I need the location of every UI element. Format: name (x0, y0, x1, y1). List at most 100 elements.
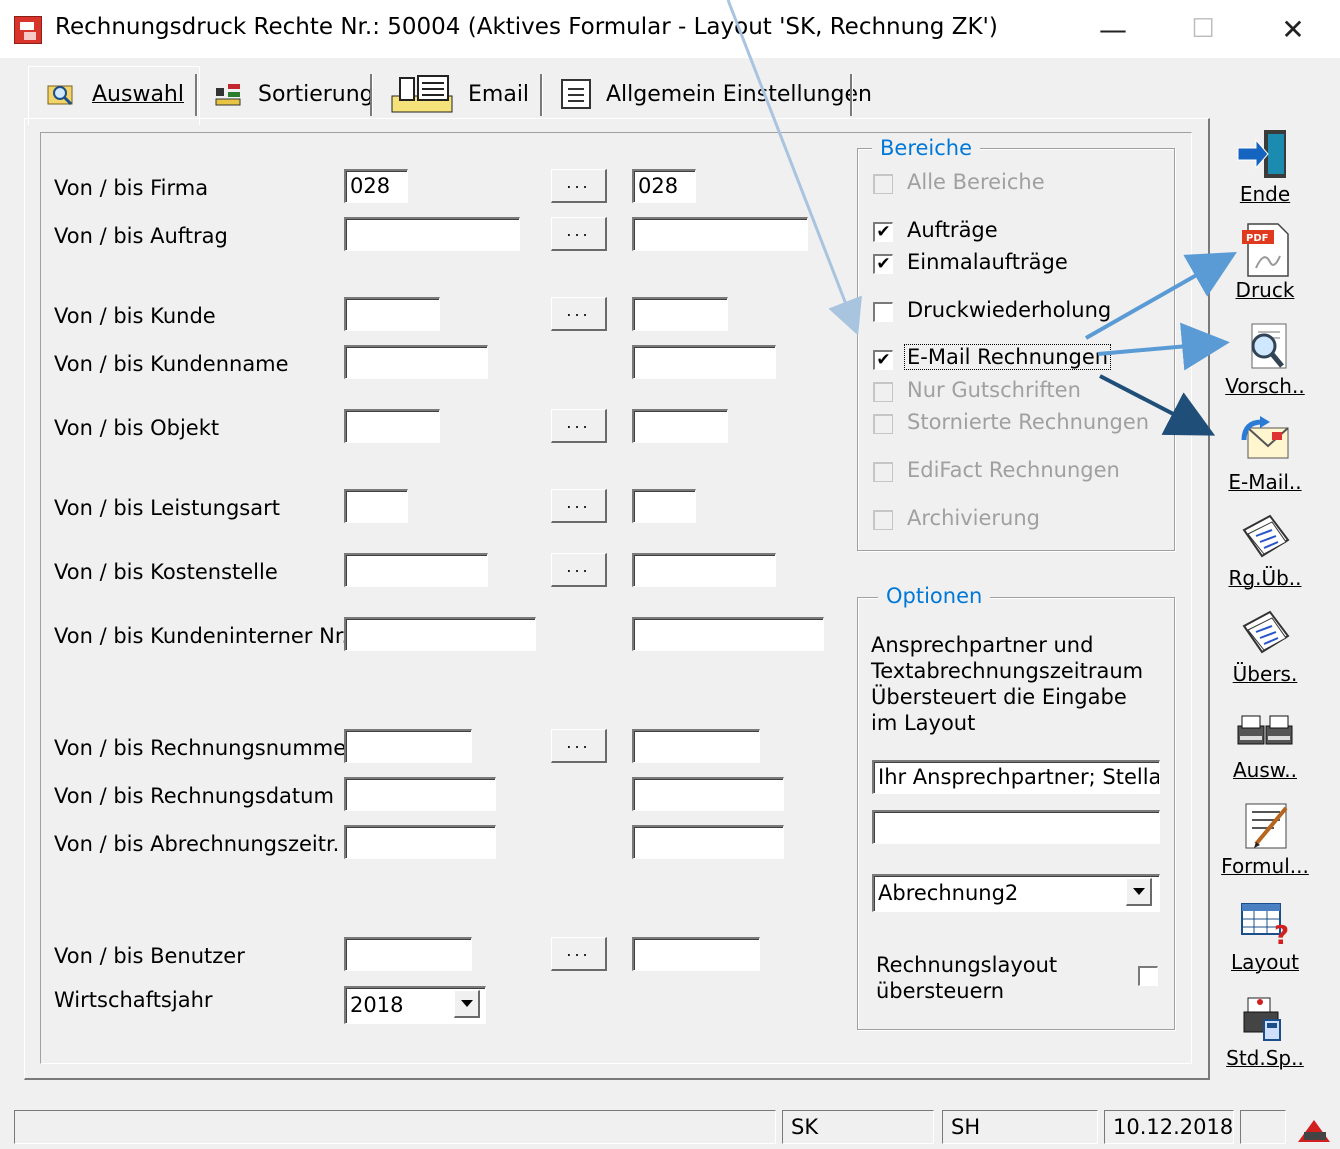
tab-separator (195, 74, 198, 116)
minimize-button[interactable]: — (1068, 0, 1158, 58)
benutzer-lookup-button[interactable]: ... (551, 937, 607, 971)
kundenname-to-input[interactable] (632, 345, 776, 379)
kostenstelle-lookup-button[interactable]: ... (551, 553, 607, 587)
exit-door-icon (1237, 130, 1286, 178)
ende-button[interactable]: Ende (1220, 120, 1310, 206)
uebersicht-button[interactable]: Übers. (1220, 600, 1310, 686)
overview-icon (1242, 610, 1290, 654)
std-sp-label: Std.Sp.. (1226, 1046, 1304, 1070)
row-label-wirtschaftsjahr: Wirtschaftsjahr (54, 988, 213, 1012)
pdf-icon: PDF (1242, 223, 1289, 277)
tab-separator (850, 74, 853, 116)
leistungsart-to-input[interactable] (632, 489, 696, 523)
nur-gutschriften-label: Nur Gutschriften (907, 378, 1081, 402)
row-label-benutzer: Von / bis Benutzer (54, 944, 245, 968)
kundeninterner-nr-from-input[interactable] (344, 617, 536, 651)
tab-email[interactable]: Email (378, 70, 541, 118)
archivierung-checkbox[interactable] (873, 510, 893, 530)
override-label: Rechnungslayout übersteuern (876, 953, 1058, 1003)
leistungsart-lookup-button[interactable]: ... (551, 489, 607, 523)
settings-doc-icon (561, 79, 591, 109)
kunde-from-input[interactable] (344, 297, 440, 331)
kunde-lookup-button[interactable]: ... (551, 297, 607, 331)
formular-button[interactable]: Formul... (1220, 792, 1310, 878)
std-print-icon (1243, 997, 1281, 1041)
email-envelope-icon (1241, 416, 1289, 459)
status-date: 10.12.2018 (1104, 1110, 1234, 1144)
auswahl-drucker-button[interactable]: Ausw.. (1220, 696, 1310, 782)
auftrag-to-input[interactable] (632, 217, 808, 251)
einmalauftraege-checkbox[interactable]: ✔ (873, 254, 893, 274)
close-button[interactable]: ✕ (1248, 0, 1338, 58)
email-button[interactable]: E-Mail.. (1220, 408, 1310, 494)
layout-dropdown-button[interactable] (1126, 878, 1152, 906)
rechnungsnummer-from-input[interactable] (344, 729, 472, 763)
email-rechnungen-checkbox[interactable]: ✔ (873, 350, 893, 370)
vorschau-button[interactable]: Vorsch.. (1220, 312, 1310, 398)
tab-allgemein-einstellungen[interactable]: Allgemein Einstellungen (548, 70, 884, 118)
firma-from-input[interactable]: 028 (344, 169, 408, 203)
formular-label: Formul... (1221, 854, 1309, 878)
override-checkbox[interactable] (1138, 966, 1158, 986)
auftrag-lookup-button[interactable]: ... (551, 217, 607, 251)
company-logo-icon (1294, 1114, 1334, 1144)
status-user: SK (782, 1110, 934, 1144)
rg-uebersicht-button[interactable]: Rg.Üb.. (1220, 504, 1310, 590)
status-empty (1240, 1110, 1286, 1144)
tab-label: Email (468, 81, 530, 107)
alle-bereiche-checkbox[interactable] (873, 174, 893, 194)
kostenstelle-to-input[interactable] (632, 553, 776, 587)
objekt-to-input[interactable] (632, 409, 728, 443)
kunde-to-input[interactable] (632, 297, 728, 331)
layout-button[interactable]: ? Layout (1220, 888, 1310, 974)
vorschau-label: Vorsch.. (1225, 374, 1305, 398)
optionen-description: Ansprechpartner und Textabrechnungszeitr… (871, 633, 1144, 735)
row-label-auftrag: Von / bis Auftrag (54, 224, 228, 248)
druckwiederholung-checkbox[interactable] (873, 302, 893, 322)
row-label-kundeninterner-nr: Von / bis Kundeninterner Nr. (54, 624, 349, 648)
firma-lookup-button[interactable]: ... (551, 169, 607, 203)
tab-sortierung[interactable]: Sortierung (200, 70, 386, 118)
wirtschaftsjahr-value: 2018 (350, 993, 404, 1017)
bereiche-title: Bereiche (872, 136, 981, 160)
benutzer-from-input[interactable] (344, 937, 472, 971)
ansprechpartner-input[interactable]: Ihr Ansprechpartner; Stella Ka (872, 760, 1160, 794)
nur-gutschriften-checkbox[interactable] (873, 382, 893, 402)
firma-to-input[interactable]: 028 (632, 169, 696, 203)
benutzer-to-input[interactable] (632, 937, 760, 971)
app-icon[interactable] (14, 16, 42, 44)
kundenname-from-input[interactable] (344, 345, 488, 379)
auftrag-from-input[interactable] (344, 217, 520, 251)
kostenstelle-from-input[interactable] (344, 553, 488, 587)
zeitraum-input[interactable] (872, 810, 1160, 844)
auswahl-drucker-label: Ausw.. (1232, 758, 1297, 782)
layout-select-value: Abrechnung2 (878, 881, 1019, 905)
rg-uebersicht-label: Rg.Üb.. (1228, 566, 1302, 590)
edifact-rechnungen-checkbox[interactable] (873, 462, 893, 482)
layout-select[interactable]: Abrechnung2 (872, 874, 1160, 912)
maximize-button[interactable]: ☐ (1158, 0, 1248, 58)
rechnungsnummer-to-input[interactable] (632, 729, 760, 763)
std-sp-button[interactable]: Std.Sp.. (1220, 984, 1310, 1070)
row-label-firma: Von / bis Firma (54, 176, 209, 200)
leistungsart-from-input[interactable] (344, 489, 408, 523)
abrechnungszeitraum-from-input[interactable] (344, 825, 496, 859)
wirtschaftsjahr-dropdown-button[interactable] (454, 990, 480, 1018)
stornierte-rechnungen-label: Stornierte Rechnungen (907, 410, 1150, 434)
tab-auswahl[interactable]: Auswahl (34, 70, 196, 118)
druck-button[interactable]: PDF Druck (1220, 216, 1310, 302)
optionen-title: Optionen (878, 584, 991, 608)
rechnungsnummer-lookup-button[interactable]: ... (551, 729, 607, 763)
einmalauftraege-label: Einmalaufträge (907, 250, 1068, 274)
kundeninterner-nr-to-input[interactable] (632, 617, 824, 651)
auftraege-label: Aufträge (907, 218, 998, 242)
email-rechnungen-label: E-Mail Rechnungen (903, 344, 1112, 370)
objekt-lookup-button[interactable]: ... (551, 409, 607, 443)
stornierte-rechnungen-checkbox[interactable] (873, 414, 893, 434)
auftraege-checkbox[interactable]: ✔ (873, 222, 893, 242)
rechnungsdatum-to-input[interactable] (632, 777, 784, 811)
objekt-from-input[interactable] (344, 409, 440, 443)
rechnungsdatum-from-input[interactable] (344, 777, 496, 811)
row-label-leistungsart: Von / bis Leistungsart (54, 496, 280, 520)
abrechnungszeitraum-to-input[interactable] (632, 825, 784, 859)
